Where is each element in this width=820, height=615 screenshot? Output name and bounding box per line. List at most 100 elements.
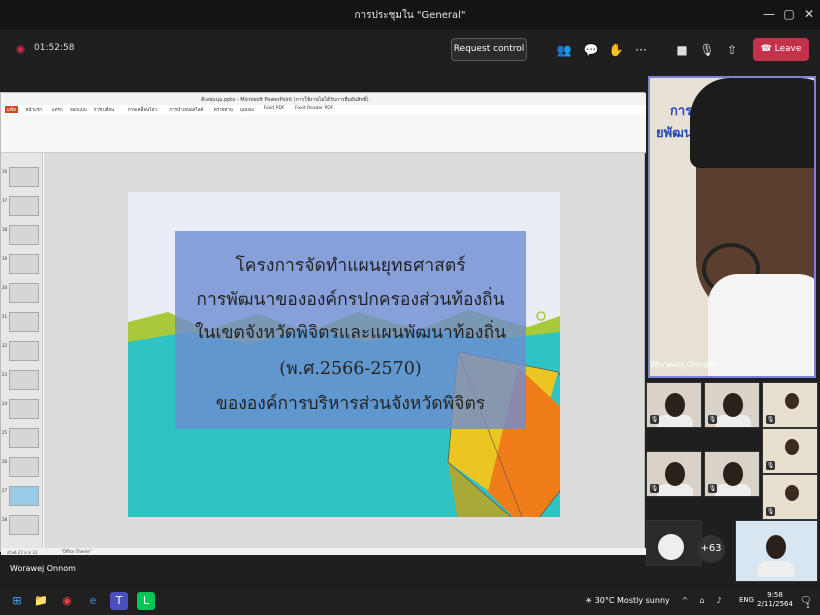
chrome-icon[interactable]: ◉ xyxy=(58,592,76,610)
line-icon[interactable]: L xyxy=(137,592,155,610)
slide-thumbnail-number: 28 xyxy=(2,517,8,522)
ribbon-tab[interactable]: หน้าแรก xyxy=(23,106,44,113)
participant-hair xyxy=(690,78,814,168)
maximize-icon[interactable]: ▢ xyxy=(778,5,800,23)
participant-tile[interactable]: 🎙 xyxy=(646,382,702,428)
slide-thumbnail[interactable] xyxy=(9,457,39,477)
camera-icon[interactable]: ■ xyxy=(674,42,690,58)
slide-thumbnail-number: 26 xyxy=(2,459,8,464)
participant-avatar-tile[interactable] xyxy=(646,520,702,566)
slide-thumbnail[interactable] xyxy=(9,370,39,390)
slide-thumbnail[interactable] xyxy=(9,225,39,245)
slide-thumbnail[interactable] xyxy=(9,312,39,332)
powerpoint-title: ดีเอชุมนุม.pptx - Microsoft PowerPoint (… xyxy=(201,97,369,103)
ribbon-tab[interactable]: การเปลี่ยน xyxy=(92,106,117,113)
microphone-muted-icon[interactable]: 🎙 xyxy=(699,42,715,58)
raise-hand-icon[interactable]: ✋ xyxy=(608,42,624,58)
theme-status: "Office Theme" xyxy=(61,549,92,554)
slide-thumbnail[interactable] xyxy=(9,515,39,535)
participant-tile[interactable]: 🎙 xyxy=(704,382,760,428)
ribbon-tab[interactable]: การนำเสนอสไลด์ xyxy=(167,106,205,113)
meeting-timer: 01:52:58 xyxy=(34,43,75,53)
ribbon-tab[interactable]: แทรก xyxy=(50,106,65,113)
volume-icon[interactable]: ♪ xyxy=(710,592,728,610)
window-title: การประชุมใน "General" xyxy=(354,10,466,21)
weather-temp: 30°C xyxy=(594,596,615,605)
powerpoint-title-bar: ดีเอชุมนุม.pptx - Microsoft PowerPoint (… xyxy=(1,93,646,105)
overflow-participants-count[interactable]: +63 xyxy=(697,535,725,563)
slide-thumbnail[interactable] xyxy=(9,167,39,187)
chat-icon[interactable]: 💬 xyxy=(583,42,599,58)
main-participant-video[interactable]: การศึกษา ยพัฒนา xyxy=(648,76,816,378)
clock-time: 9:58 xyxy=(767,591,783,599)
slide-thumbnail-number: 20 xyxy=(2,285,8,290)
slide-thumbnail[interactable] xyxy=(9,399,39,419)
tray-chevron-icon[interactable]: ^ xyxy=(676,592,694,610)
request-control-button[interactable]: Request control xyxy=(451,38,527,61)
slide-line-1: โครงการจัดทำแผนยุทธศาสตร์ xyxy=(235,256,466,276)
edge-icon[interactable]: e xyxy=(84,592,102,610)
share-screen-icon[interactable]: ⇧ xyxy=(724,42,740,58)
slide-thumbnail-number: 18 xyxy=(2,227,8,232)
slide-thumbnail-number: 27 xyxy=(2,488,8,493)
slide-thumbnail-number: 19 xyxy=(2,256,8,261)
participant-tile[interactable]: 🎙 xyxy=(646,451,702,497)
notification-count: 1 xyxy=(806,603,810,610)
ribbon-tab[interactable]: มุมมอง xyxy=(238,106,256,113)
participant-tile[interactable]: 🎙 xyxy=(762,474,818,520)
powerpoint-ribbon xyxy=(1,115,646,153)
slide-thumbnail[interactable] xyxy=(9,196,39,216)
slide-thumbnail-number: 24 xyxy=(2,401,8,406)
slide-thumbnail[interactable] xyxy=(9,486,39,506)
slide-thumbnail[interactable] xyxy=(9,428,39,448)
slide-thumbnail-number: 16 xyxy=(2,169,8,174)
slide-thumbnail[interactable] xyxy=(9,254,39,274)
participant-mask xyxy=(708,274,814,376)
powerpoint-status-bar: สไลด์ 27 จาก 31 "Office Theme" xyxy=(1,548,646,555)
people-icon[interactable]: 👥 xyxy=(556,42,572,58)
slide-thumbnail-number: 17 xyxy=(2,198,8,203)
slide-line-2: การพัฒนาขององค์กรปกครองส่วนท้องถิ่น xyxy=(196,290,505,310)
teams-icon[interactable]: T xyxy=(110,592,128,610)
minimize-icon[interactable]: — xyxy=(758,5,780,23)
more-options-icon[interactable]: ··· xyxy=(633,42,649,58)
participant-tile[interactable] xyxy=(735,520,818,582)
powerpoint-ribbon-tabs: แฟ้ม หน้าแรก แทรก ออกแบบ การเปลี่ยน ภาพเคลื่อ… xyxy=(1,105,646,115)
ribbon-tab[interactable]: แฟ้ม xyxy=(5,106,19,113)
recording-icon xyxy=(16,45,25,54)
leave-label: Leave xyxy=(774,44,802,54)
slide-thumbnail-number: 23 xyxy=(2,372,8,377)
teams-meeting-window: การประชุมใน "General" — ▢ ✕ 01:52:58 Req… xyxy=(0,0,820,615)
participant-tile[interactable]: 🎙 xyxy=(704,451,760,497)
ribbon-tab[interactable]: ตรวจทาน xyxy=(212,106,235,113)
ribbon-tab[interactable]: ภาพเคลื่อนไหว xyxy=(126,106,159,113)
start-icon[interactable]: ⊞ xyxy=(8,592,26,610)
ribbon-tab[interactable]: Foxit PDF xyxy=(262,106,287,111)
slide-thumbnail-number: 21 xyxy=(2,314,8,319)
slide-thumbnail[interactable] xyxy=(9,341,39,361)
ribbon-tab[interactable]: Foxit Reader PDF xyxy=(293,106,335,111)
ribbon-tab[interactable]: ออกแบบ xyxy=(68,106,89,113)
slide-line-4: (พ.ศ.2566-2570) xyxy=(279,359,422,379)
weather-text: Mostly sunny xyxy=(617,596,670,605)
slide-thumbnail-number: 25 xyxy=(2,430,8,435)
participant-tile[interactable]: 🎙 xyxy=(762,428,818,474)
language-indicator[interactable]: ENG xyxy=(739,596,754,604)
presenter-name: Worawej Onnom xyxy=(10,564,76,573)
close-icon[interactable]: ✕ xyxy=(798,5,820,23)
leave-button[interactable]: ☎ Leave xyxy=(753,38,809,61)
weather-widget[interactable]: ☀ 30°C Mostly sunny xyxy=(585,591,675,611)
slide-line-3: ในเขตจังหวัดพิจิตรและแผนพัฒนาท้องถิ่น xyxy=(194,323,507,343)
file-explorer-icon[interactable]: 📁 xyxy=(32,592,50,610)
slide-thumbnail-number: 22 xyxy=(2,343,8,348)
slide-position-status: สไลด์ 27 จาก 31 xyxy=(7,550,38,555)
slide-thumbnail-pane: 16 17 18 19 20 21 22 23 24 25 26 27 28 xyxy=(1,153,43,549)
clock-date: 2/11/2564 xyxy=(757,600,793,608)
system-clock[interactable]: 9:58 2/11/2564 xyxy=(756,591,794,609)
participant-tile[interactable]: 🎙 xyxy=(762,382,818,428)
meeting-toolbar xyxy=(0,30,820,70)
slide-thumbnail[interactable] xyxy=(9,283,39,303)
window-title-bar: การประชุมใน "General" — ▢ ✕ xyxy=(0,0,820,30)
wifi-icon[interactable]: ⌂ xyxy=(693,592,711,610)
slide-line-5: ขององค์การบริหารส่วนจังหวัดพิจิตร xyxy=(215,394,486,414)
